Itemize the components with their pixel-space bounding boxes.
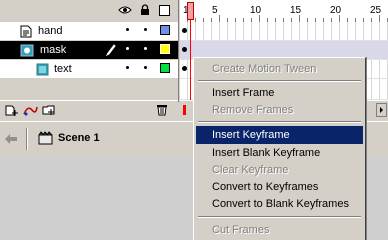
layer-row-text[interactable]: text: [0, 60, 178, 79]
center-frame-icon[interactable]: [183, 105, 186, 115]
ruler-tick: [219, 15, 220, 22]
keyframe-dot[interactable]: [182, 47, 187, 52]
layer-row-mask[interactable]: mask: [0, 41, 178, 60]
visibility-dot[interactable]: [126, 47, 129, 50]
layer-name: mask: [40, 44, 67, 56]
masked-layer-icon: [36, 63, 49, 79]
layer-name: text: [54, 63, 72, 75]
frame-ruler[interactable]: 1 5 10 15 20 25: [180, 0, 388, 23]
playhead[interactable]: [187, 2, 194, 20]
scene-label[interactable]: Scene 1: [58, 132, 100, 144]
lock-icon[interactable]: [140, 4, 150, 19]
menu-item-convert-to-keyframes[interactable]: Convert to Keyframes: [196, 178, 363, 196]
visibility-dot[interactable]: [126, 28, 129, 31]
lock-dot[interactable]: [144, 28, 147, 31]
lock-dot[interactable]: [144, 66, 147, 69]
layer-color-swatch[interactable]: [160, 25, 170, 35]
outline-icon[interactable]: [159, 5, 170, 16]
menu-item-convert-to-blank-keyframes[interactable]: Convert to Blank Keyframes: [196, 195, 363, 213]
trash-icon[interactable]: [156, 103, 168, 119]
back-arrow-icon[interactable]: [4, 133, 18, 148]
ruler-tick: [259, 15, 260, 22]
layer-panel: hand mask text: [0, 0, 179, 120]
insert-folder-icon[interactable]: [42, 104, 56, 119]
scroll-right-button[interactable]: [376, 103, 387, 117]
menu-item-create-motion-tween[interactable]: Create Motion Tween: [196, 60, 363, 78]
layer-color-swatch[interactable]: [160, 63, 170, 73]
menu-item-clear-keyframe[interactable]: Clear Keyframe: [196, 161, 363, 179]
frame-row-hand[interactable]: [180, 22, 388, 41]
add-layer-icon[interactable]: [4, 104, 18, 120]
scene-icon: [38, 131, 53, 148]
menu-item-cut-frames[interactable]: Cut Frames: [196, 221, 363, 239]
menu-item-insert-blank-keyframe[interactable]: Insert Blank Keyframe: [196, 144, 363, 162]
playhead-line: [190, 20, 191, 100]
keyframe-dot[interactable]: [182, 66, 187, 71]
menu-separator: [198, 121, 361, 123]
layer-toolbar: [0, 100, 178, 120]
layer-color-swatch[interactable]: [160, 44, 170, 54]
pencil-icon: [105, 44, 116, 59]
editbar-divider: [26, 128, 28, 150]
layer-name: hand: [38, 25, 63, 37]
menu-separator: [198, 80, 361, 82]
visibility-dot[interactable]: [126, 66, 129, 69]
menu-item-insert-frame[interactable]: Insert Frame: [196, 84, 363, 102]
context-menu: Create Motion Tween Insert Frame Remove …: [193, 57, 366, 240]
ruler-tick: [339, 15, 340, 22]
menu-item-remove-frames[interactable]: Remove Frames: [196, 101, 363, 119]
mask-layer-icon: [20, 44, 34, 60]
lock-dot[interactable]: [144, 47, 147, 50]
layer-header: [0, 0, 178, 22]
layer-icon: [20, 25, 32, 41]
eye-icon[interactable]: [118, 5, 132, 18]
ruler-tick: [379, 15, 380, 22]
ruler-tick: [299, 15, 300, 22]
menu-separator: [198, 216, 361, 218]
add-motion-guide-icon[interactable]: [22, 104, 38, 120]
layer-row-hand[interactable]: hand: [0, 22, 178, 41]
menu-item-insert-keyframe[interactable]: Insert Keyframe: [196, 126, 363, 144]
ruler-number: 5: [212, 5, 218, 16]
keyframe-dot[interactable]: [182, 28, 187, 33]
